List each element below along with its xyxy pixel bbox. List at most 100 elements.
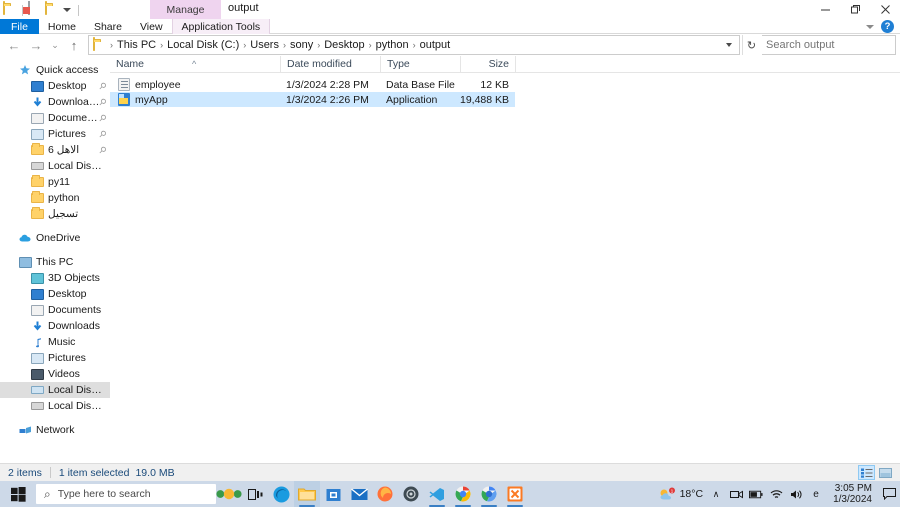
file-name-cell[interactable]: myApp	[110, 93, 280, 106]
pin-icon[interactable]: ⚲	[96, 128, 109, 140]
sidebar-item-downloads-pc[interactable]: Downloads	[0, 318, 110, 334]
file-name-cell[interactable]: employee	[110, 78, 280, 91]
sidebar-item-desktop-pc[interactable]: Desktop	[0, 286, 110, 302]
file-explorer-icon[interactable]	[294, 481, 320, 507]
tab-file[interactable]: File	[0, 19, 39, 34]
status-bar: 2 items 1 item selected 19.0 MB	[0, 463, 900, 481]
breadcrumb-item-this-pc[interactable]: This PC	[114, 39, 159, 51]
table-row[interactable]: myApp 1/3/2024 2:26 PM Application 19,48…	[110, 92, 515, 107]
firefox-icon[interactable]	[372, 481, 398, 507]
sidebar-item-music[interactable]: Music	[0, 334, 110, 350]
properties-icon[interactable]	[28, 1, 42, 16]
customize-dropdown-icon[interactable]	[62, 5, 73, 16]
sidebar-item-local-disk-d-quick[interactable]: Local Disk (D:)	[0, 158, 110, 174]
vs-code-icon[interactable]	[424, 481, 450, 507]
breadcrumb[interactable]: › This PC › Local Disk (C:) › Users › so…	[88, 35, 740, 55]
large-icons-view-icon[interactable]	[877, 465, 894, 480]
sidebar-item-documents-pc[interactable]: Documents	[0, 302, 110, 318]
task-view-icon[interactable]	[242, 481, 268, 507]
breadcrumb-item-sony[interactable]: sony	[287, 39, 316, 51]
pin-icon[interactable]: ⚲	[96, 80, 109, 92]
back-arrow-icon[interactable]: ←	[4, 35, 24, 55]
up-arrow-icon[interactable]: ↑	[64, 35, 84, 55]
chevron-down-icon[interactable]	[864, 21, 876, 33]
xampp-icon[interactable]	[502, 481, 528, 507]
sidebar-group-onedrive[interactable]: OneDrive	[0, 230, 110, 246]
restore-icon[interactable]	[840, 0, 870, 19]
sidebar-item-local-disk-d[interactable]: Local Disk (D:)	[0, 398, 110, 414]
search-input[interactable]	[766, 39, 900, 51]
sidebar-item-py11[interactable]: py11	[0, 174, 110, 190]
show-hidden-icons-icon[interactable]: ∧	[709, 487, 723, 501]
refresh-icon[interactable]: ↻	[742, 35, 760, 55]
sidebar-item-documents[interactable]: Documents ⚲	[0, 110, 110, 126]
sidebar-group-quick-access[interactable]: Quick access	[0, 62, 110, 78]
search-box[interactable]: ⌕	[762, 35, 900, 55]
downloads-icon	[30, 319, 44, 333]
chrome-icon[interactable]	[450, 481, 476, 507]
breadcrumb-item-python[interactable]: python	[373, 39, 412, 51]
taskbar-search-placeholder: Type here to search	[57, 488, 151, 500]
tab-home[interactable]: Home	[39, 19, 85, 34]
navigation-pane: Quick access Desktop ⚲ Downloads ⚲ Docum…	[0, 56, 110, 463]
windows-start-icon[interactable]	[0, 481, 36, 507]
folder-icon	[30, 207, 44, 221]
tor-browser-icon[interactable]	[398, 481, 424, 507]
notification-center-icon[interactable]	[882, 487, 896, 501]
onedrive-tray-icon[interactable]: e	[809, 487, 823, 501]
sidebar-item-videos[interactable]: Videos	[0, 366, 110, 382]
column-header-date-modified[interactable]: Date modified	[280, 56, 380, 73]
pin-icon[interactable]: ⚲	[96, 144, 109, 156]
breadcrumb-item-users[interactable]: Users	[247, 39, 282, 51]
sidebar-item-python[interactable]: python	[0, 190, 110, 206]
breadcrumb-item-local-disk-c[interactable]: Local Disk (C:)	[164, 39, 242, 51]
folder-icon[interactable]	[3, 1, 17, 16]
help-icon[interactable]: ?	[881, 20, 894, 33]
new-folder-icon[interactable]	[45, 1, 59, 16]
camera-icon[interactable]	[729, 487, 743, 501]
windows-drive-icon	[30, 383, 44, 397]
sidebar-group-this-pc[interactable]: This PC	[0, 254, 110, 270]
network-icon	[18, 423, 32, 437]
sidebar-item-alahl-6[interactable]: الاهل 6 ⚲	[0, 142, 110, 158]
sidebar-item-tasjeel[interactable]: تسجيل	[0, 206, 110, 222]
tab-view[interactable]: View	[131, 19, 172, 34]
weather-widget-icon[interactable]	[216, 481, 242, 507]
sidebar-item-local-disk-c[interactable]: Local Disk (C:)	[0, 382, 110, 398]
column-header-type[interactable]: Type	[380, 56, 460, 73]
microsoft-store-icon[interactable]	[320, 481, 346, 507]
sidebar-item-pictures-pc[interactable]: Pictures	[0, 350, 110, 366]
table-row[interactable]: employee 1/3/2024 2:28 PM Data Base File…	[110, 77, 515, 92]
breadcrumb-dropdown-icon[interactable]	[721, 36, 737, 54]
forward-arrow-icon[interactable]: →	[26, 35, 46, 55]
minimize-icon[interactable]	[810, 0, 840, 19]
edge-icon[interactable]	[268, 481, 294, 507]
sidebar-group-network[interactable]: Network	[0, 422, 110, 438]
tray-weather[interactable]: 1 18°C	[658, 487, 703, 502]
breadcrumb-item-output[interactable]: output	[417, 39, 454, 51]
taskbar-search-box[interactable]: ⌕ Type here to search	[36, 484, 216, 504]
contextual-tab-manage[interactable]: Manage	[150, 0, 221, 19]
close-icon[interactable]	[870, 0, 900, 19]
tab-application-tools[interactable]: Application Tools	[171, 19, 271, 34]
sidebar-item-desktop[interactable]: Desktop ⚲	[0, 78, 110, 94]
sidebar-item-label: Desktop	[48, 80, 87, 92]
sidebar-item-label: Pictures	[48, 128, 86, 140]
tab-share[interactable]: Share	[85, 19, 131, 34]
sidebar-item-downloads[interactable]: Downloads ⚲	[0, 94, 110, 110]
column-header-name[interactable]: Name ^	[110, 56, 280, 73]
details-view-icon[interactable]	[858, 465, 875, 480]
breadcrumb-item-desktop[interactable]: Desktop	[321, 39, 367, 51]
column-header-size[interactable]: Size	[460, 56, 515, 73]
folder-icon	[30, 191, 44, 205]
chrome-beta-icon[interactable]	[476, 481, 502, 507]
volume-icon[interactable]	[789, 487, 803, 501]
wifi-icon[interactable]	[769, 487, 783, 501]
sidebar-item-pictures[interactable]: Pictures ⚲	[0, 126, 110, 142]
recent-locations-icon[interactable]: ⌄	[48, 35, 62, 55]
taskbar-clock[interactable]: 3:05 PM 1/3/2024	[829, 483, 876, 505]
sidebar-item-3d-objects[interactable]: 3D Objects	[0, 270, 110, 286]
mail-icon[interactable]	[346, 481, 372, 507]
battery-icon[interactable]	[749, 487, 763, 501]
